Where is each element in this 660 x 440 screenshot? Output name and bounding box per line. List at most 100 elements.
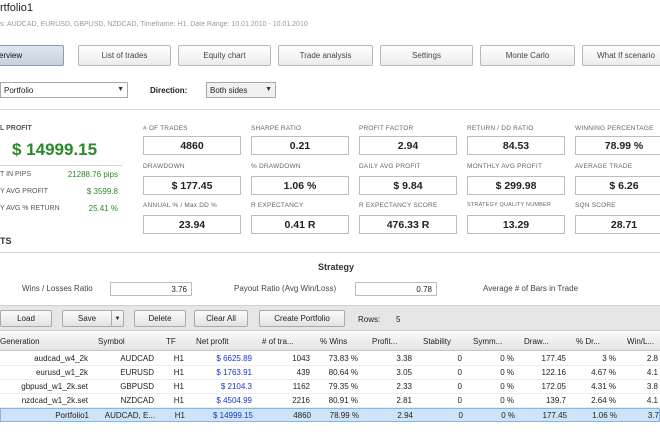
cell-generation: Portfolio1 (55, 411, 89, 420)
cell-generation: nzdcad_w1_2k.set (21, 396, 88, 405)
trades-count-value: 4860 (143, 136, 241, 155)
wins-losses-label: Wins / Losses Ratio (22, 284, 93, 293)
cell-tf: H1 (173, 396, 184, 405)
cell-symmetry: 0 % (500, 368, 514, 377)
cell-net-profit: $ 1763.91 (216, 368, 252, 377)
daily-avg-profit-value: $ 9.84 (359, 176, 457, 195)
column-header-generation[interactable]: Generation (0, 337, 80, 346)
tab-settings[interactable]: Settings (380, 45, 473, 66)
chevron-down-icon[interactable]: ▼ (111, 311, 123, 326)
average-trade-value: $ 6.26 (575, 176, 660, 195)
portfolio-select[interactable]: Portfolio ▼ (0, 82, 128, 98)
column-header-profit-factor[interactable]: Profit... (372, 337, 412, 346)
strategy-quality-number-label: STRATEGY QUALITY NUMBER (467, 202, 552, 208)
profit-factor-value: 2.94 (359, 136, 457, 155)
profit-factor-label: PROFIT FACTOR (359, 125, 414, 132)
cell-symmetry: 0 % (500, 354, 514, 363)
column-header-pct-drawdown[interactable]: % Dr... (576, 337, 616, 346)
direction-label: Direction: (150, 86, 188, 95)
sqn-score-label: SQN SCORE (575, 202, 616, 209)
r-expectancy-label: R EXPECTANCY (251, 202, 304, 209)
table-row[interactable]: gbpusd_w1_2k.set GBPUSD H1 $ 2104.3 1162 79.3… (0, 380, 660, 394)
table-row[interactable]: Portfolio1 AUDCAD, E... H1 $ 14999.15 4860 78… (0, 408, 660, 422)
cell-stability: 0 (457, 382, 462, 391)
cell-wins: 79.35 % (328, 382, 358, 391)
cell-profit-factor: 2.94 (397, 411, 413, 420)
strategy-quality-number-value: 13.29 (467, 215, 565, 234)
return-dd-ratio-value: 84.53 (467, 136, 565, 155)
divider (0, 109, 660, 110)
sharpe-ratio-value: 0.21 (251, 136, 349, 155)
chevron-down-icon: ▼ (265, 86, 272, 93)
tab-equity-chart[interactable]: Equity chart (178, 45, 271, 66)
save-button[interactable]: Save ▼ (62, 310, 124, 327)
column-header-win-loss[interactable]: Win/L... (627, 337, 660, 346)
cell-pct-drawdown: 4.31 % (591, 382, 616, 391)
cell-drawdown: 177.45 (542, 411, 567, 420)
drawdown-value: $ 177.45 (143, 176, 241, 195)
column-header-trades[interactable]: # of tra... (262, 337, 312, 346)
tab-trade-analysis[interactable]: Trade analysis (278, 45, 373, 66)
table-row[interactable]: eurusd_w1_2k EURUSD H1 $ 1763.91 439 80.64 % 3… (0, 366, 660, 380)
portfolio-select-value: Portfolio (4, 85, 34, 95)
tab-what-if-scenarios[interactable]: What If scenario (582, 45, 660, 66)
cell-stability: 0 (457, 354, 462, 363)
direction-select[interactable]: Both sides ▼ (206, 82, 276, 98)
net-profit-value: $ 14999.15 (12, 140, 98, 159)
cell-net-profit: $ 4504.99 (216, 396, 252, 405)
yearly-avg-profit-value: $ 3599.8 (86, 187, 118, 196)
avg-bars-label: Average # of Bars in Trade (483, 284, 579, 293)
column-header-symbol[interactable]: Symbol (98, 337, 148, 346)
cell-profit-factor: 2.33 (396, 382, 412, 391)
clear-all-button[interactable]: Clear All (194, 310, 248, 327)
average-trade-label: AVERAGE TRADE (575, 163, 633, 170)
daily-avg-profit-label: DAILY AVG PROFIT (359, 163, 421, 170)
table-row[interactable]: audcad_w4_2k AUDCAD H1 $ 6625.89 1043 73.83 %… (0, 352, 660, 366)
cell-pct-drawdown: 3 % (602, 354, 616, 363)
r-expectancy-value: 0.41 R (251, 215, 349, 234)
column-header-stability[interactable]: Stability (423, 337, 463, 346)
cell-wins: 73.83 % (328, 354, 358, 363)
cell-stability: 0 (458, 411, 463, 420)
winning-percentage-label: WINNING PERCENTAGE (575, 125, 654, 132)
cell-wins: 80.64 % (328, 368, 358, 377)
monthly-avg-profit-value: $ 299.98 (467, 176, 565, 195)
cell-net-profit: $ 2104.3 (220, 382, 252, 391)
annual-maxdd-label: ANNUAL % / Max DD % (143, 202, 217, 209)
net-profit-label: L PROFIT (0, 125, 32, 132)
tab-list-of-trades[interactable]: List of trades (78, 45, 171, 66)
column-header-symmetry[interactable]: Symm... (473, 337, 513, 346)
cell-wins: 78.99 % (329, 411, 359, 420)
divider (0, 252, 660, 253)
winning-percentage-value: 78.99 % (575, 136, 660, 155)
r-expectancy-score-label: R EXPECTANCY SCORE (359, 202, 438, 209)
cell-symmetry: 0 % (500, 382, 514, 391)
cell-profit-factor: 2.81 (396, 396, 412, 405)
pips-value: 21288.76 pips (67, 170, 118, 179)
cell-wins: 80.91 % (328, 396, 358, 405)
column-header-net-profit[interactable]: Net profit (196, 337, 246, 346)
load-button[interactable]: Load (0, 310, 52, 327)
cell-tf: H1 (173, 368, 184, 377)
cell-drawdown: 172.05 (541, 382, 566, 391)
create-portfolio-button[interactable]: Create Portfolio (259, 310, 345, 327)
return-dd-ratio-label: RETURN / DD RATIO (467, 125, 534, 132)
tab-bar: verview List of trades Equity chart Trad… (0, 45, 660, 67)
tab-monte-carlo[interactable]: Monte Carlo (480, 45, 575, 66)
tab-overview[interactable]: verview (0, 45, 64, 66)
delete-button[interactable]: Delete (134, 310, 186, 327)
column-header-tf[interactable]: TF (166, 337, 186, 346)
sharpe-ratio-label: SHARPE RATIO (251, 125, 302, 132)
drawdown-label: DRAWDOWN (143, 163, 185, 170)
window-subtitle: s: AUDCAD, EURUSD, GBPUSD, NZDCAD, Timef… (0, 21, 308, 28)
cell-win-loss: 3.8 (646, 382, 658, 391)
column-header-drawdown[interactable]: Draw... (524, 337, 564, 346)
cell-symbol: AUDCAD, E... (104, 411, 155, 420)
cell-tf: H1 (173, 354, 184, 363)
cell-net-profit: $ 14999.15 (212, 411, 253, 420)
window-title: rtfolio1 (0, 2, 34, 14)
table-row[interactable]: nzdcad_w1_2k.set NZDCAD H1 $ 4504.99 2216 80.… (0, 394, 660, 408)
column-header-wins[interactable]: % Wins (320, 337, 360, 346)
cell-stability: 0 (457, 368, 462, 377)
r-expectancy-score-value: 476.33 R (359, 215, 457, 234)
